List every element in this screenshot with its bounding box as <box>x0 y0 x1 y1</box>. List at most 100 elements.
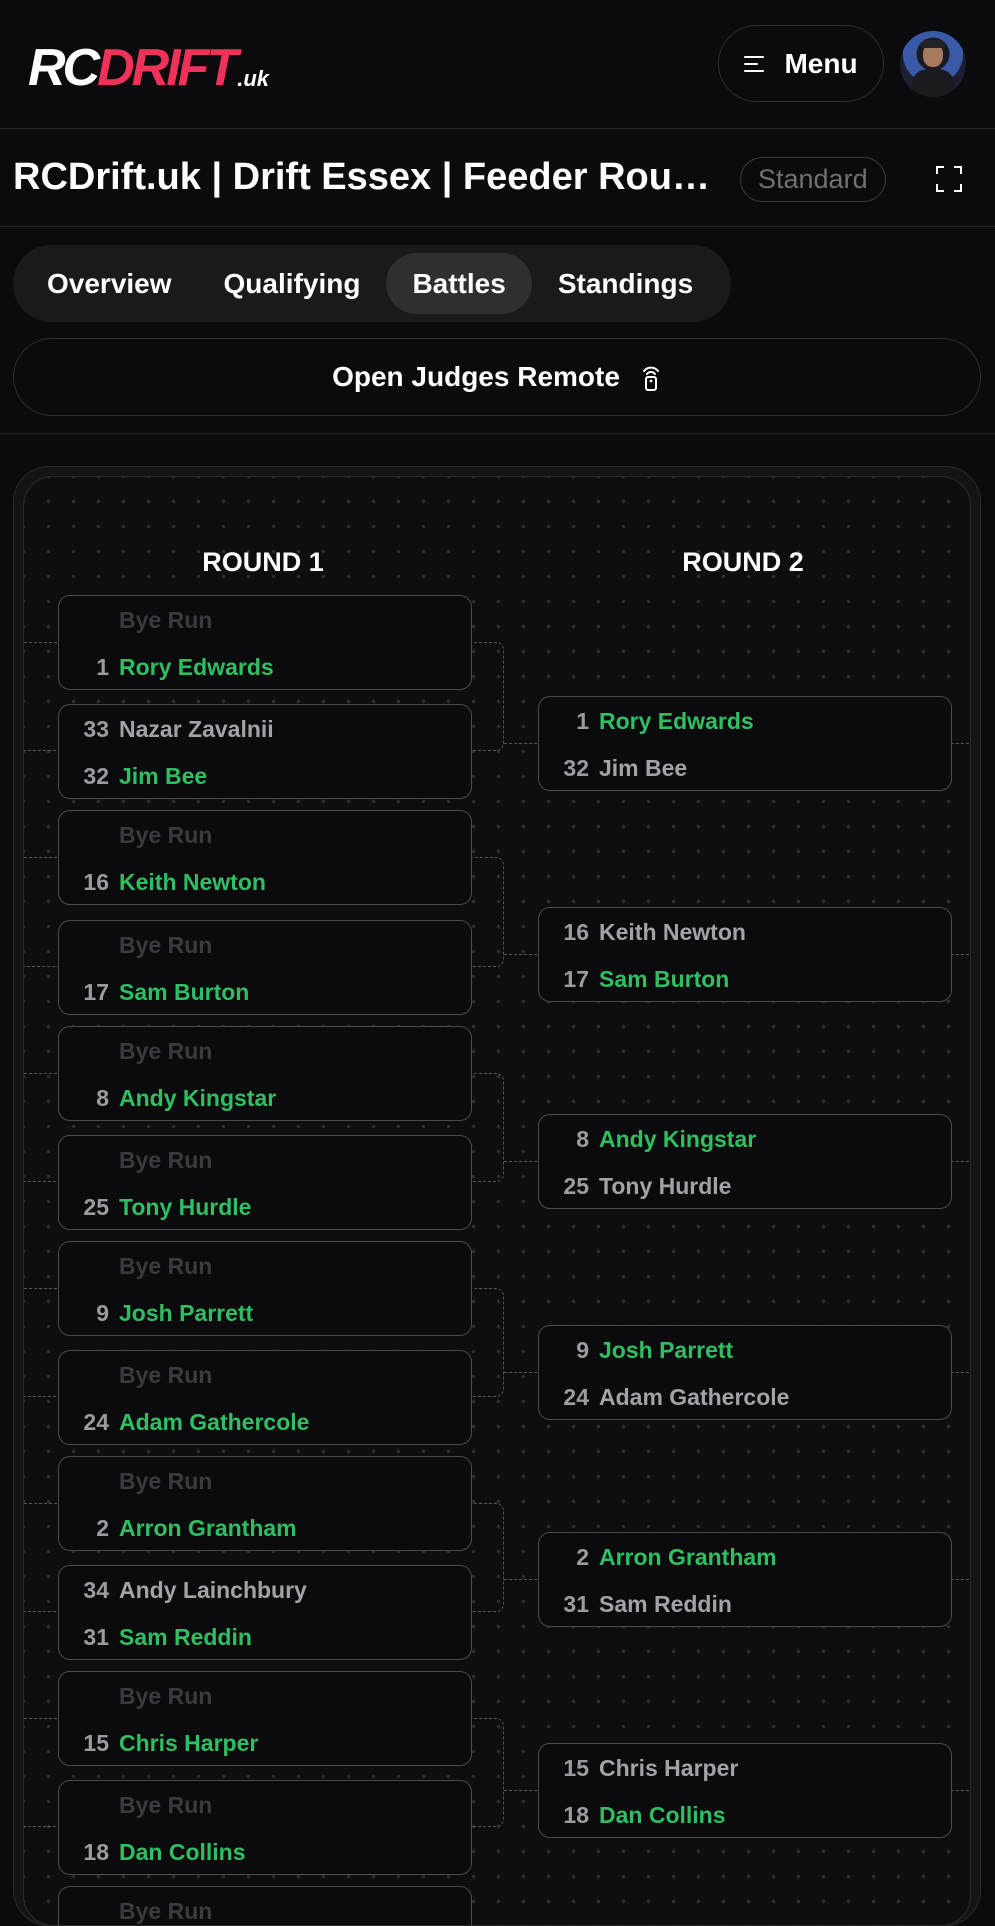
battle-driver-row[interactable]: 33 Nazar Zavalnii <box>59 705 471 753</box>
battle-driver-row[interactable]: 8 Andy Kingstar <box>59 1074 471 1122</box>
battle-driver-row[interactable]: 2 Arron Grantham <box>539 1533 951 1581</box>
battle-driver-row[interactable]: 9 Josh Parrett <box>59 1289 471 1337</box>
battle-driver-row[interactable]: 18 Dan Collins <box>59 1828 471 1876</box>
bye-run-label: Bye Run <box>119 1252 213 1279</box>
battle-driver-row[interactable]: 8 Andy Kingstar <box>539 1115 951 1163</box>
battle-bracket: ROUND 1 ROUND 2 Bye Run 1 Rory Edwards 33 Na… <box>23 476 971 1926</box>
driver-name: Sam Reddin <box>599 1590 732 1617</box>
battle-card[interactable]: 9 Josh Parrett 24 Adam Gathercole <box>538 1325 952 1420</box>
round-title: ROUND 1 <box>202 547 324 577</box>
rcdrift-logo[interactable]: RC DRIFT .uk <box>28 39 269 97</box>
driver-seed: 25 <box>83 1193 109 1220</box>
battle-driver-row[interactable]: Bye Run <box>59 811 471 859</box>
driver-seed: 32 <box>563 754 589 781</box>
battle-driver-row[interactable]: 1 Rory Edwards <box>59 643 471 691</box>
battle-card[interactable]: Bye Run 15 Chris Harper <box>58 1671 472 1766</box>
driver-seed: 8 <box>96 1084 109 1111</box>
battle-driver-row[interactable]: Bye Run <box>59 1242 471 1290</box>
bye-run-label: Bye Run <box>119 821 213 848</box>
battle-card[interactable]: 2 Arron Grantham 31 Sam Reddin <box>538 1532 952 1627</box>
battle-driver-row[interactable]: 15 Chris Harper <box>59 1719 471 1767</box>
event-type-badge: Standard <box>740 157 886 202</box>
driver-name: Keith Newton <box>119 868 266 895</box>
battle-driver-row[interactable]: 24 Adam Gathercole <box>539 1373 951 1421</box>
bye-run-label: Bye Run <box>119 1037 213 1064</box>
battle-driver-row[interactable]: Bye Run <box>59 1887 471 1925</box>
battle-card[interactable]: 8 Andy Kingstar 25 Tony Hurdle <box>538 1114 952 1209</box>
battle-card[interactable]: Bye Run 17 Sam Burton <box>58 920 472 1015</box>
bye-run-label: Bye Run <box>119 1467 213 1494</box>
driver-name: Sam Burton <box>119 978 250 1005</box>
driver-name: Josh Parrett <box>599 1336 734 1363</box>
battle-driver-row[interactable]: 25 Tony Hurdle <box>59 1183 471 1231</box>
battle-card[interactable]: 15 Chris Harper 18 Dan Collins <box>538 1743 952 1838</box>
driver-name: Jim Bee <box>599 754 688 781</box>
battle-card[interactable]: Bye Run 8 Andy Kingstar <box>58 1026 472 1121</box>
battle-driver-row[interactable]: 15 Chris Harper <box>539 1744 951 1792</box>
battle-card[interactable]: Bye Run 9 Josh Parrett <box>58 1241 472 1336</box>
logo-drift-text: DRIFT <box>97 39 238 97</box>
battle-card[interactable]: Bye Run 25 Tony Hurdle <box>58 1135 472 1230</box>
driver-name: Dan Collins <box>599 1801 726 1828</box>
driver-name: Andy Kingstar <box>119 1084 277 1111</box>
battle-card[interactable]: Bye Run <box>58 1886 472 1925</box>
tab-qualifying[interactable]: Qualifying <box>198 253 387 314</box>
battle-driver-row[interactable]: 1 Rory Edwards <box>539 697 951 745</box>
battle-card[interactable]: 16 Keith Newton 17 Sam Burton <box>538 907 952 1002</box>
tab-overview[interactable]: Overview <box>21 253 198 314</box>
driver-seed: 31 <box>83 1623 109 1650</box>
battle-card[interactable]: Bye Run 1 Rory Edwards <box>58 595 472 690</box>
battle-card[interactable]: Bye Run 24 Adam Gathercole <box>58 1350 472 1445</box>
battle-driver-row[interactable]: 31 Sam Reddin <box>539 1580 951 1628</box>
battle-card[interactable]: Bye Run 18 Dan Collins <box>58 1780 472 1875</box>
battle-driver-row[interactable]: Bye Run <box>59 1136 471 1184</box>
battle-card[interactable]: Bye Run 2 Arron Grantham <box>58 1456 472 1551</box>
menu-label: Menu <box>784 47 858 79</box>
battle-card[interactable]: Bye Run 16 Keith Newton <box>58 810 472 905</box>
battle-driver-row[interactable]: 2 Arron Grantham <box>59 1504 471 1552</box>
battle-driver-row[interactable]: 16 Keith Newton <box>539 908 951 956</box>
battle-driver-row[interactable]: 9 Josh Parrett <box>539 1326 951 1374</box>
battle-driver-row[interactable]: 16 Keith Newton <box>59 858 471 906</box>
battle-driver-row[interactable]: Bye Run <box>59 1457 471 1505</box>
logo-rc-text: RC <box>28 39 100 97</box>
battle-driver-row[interactable]: 18 Dan Collins <box>539 1791 951 1839</box>
tab-standings[interactable]: Standings <box>532 253 719 314</box>
battle-driver-row[interactable]: Bye Run <box>59 1781 471 1829</box>
fullscreen-icon[interactable] <box>936 166 962 192</box>
battle-driver-row[interactable]: 25 Tony Hurdle <box>539 1162 951 1210</box>
driver-name: Arron Grantham <box>119 1514 297 1541</box>
driver-name: Jim Bee <box>119 762 208 789</box>
battle-driver-row[interactable]: Bye Run <box>59 1351 471 1399</box>
bye-run-label: Bye Run <box>119 1361 213 1388</box>
battle-driver-row[interactable]: Bye Run <box>59 921 471 969</box>
battle-driver-row[interactable]: Bye Run <box>59 1027 471 1075</box>
tab-battles[interactable]: Battles <box>386 253 532 314</box>
battle-driver-row[interactable]: 17 Sam Burton <box>539 955 951 1003</box>
user-avatar[interactable] <box>900 31 966 97</box>
battle-driver-row[interactable]: 24 Adam Gathercole <box>59 1398 471 1446</box>
bye-run-label: Bye Run <box>119 606 213 633</box>
round-title: ROUND 2 <box>682 547 804 577</box>
battle-driver-row[interactable]: Bye Run <box>59 596 471 644</box>
battle-card[interactable]: 33 Nazar Zavalnii 32 Jim Bee <box>58 704 472 799</box>
battle-driver-row[interactable]: Bye Run <box>59 1672 471 1720</box>
battle-driver-row[interactable]: 32 Jim Bee <box>59 752 471 800</box>
battle-card[interactable]: 34 Andy Lainchbury 31 Sam Reddin <box>58 1565 472 1660</box>
driver-name: Adam Gathercole <box>599 1383 790 1410</box>
menu-button[interactable]: Menu <box>718 25 884 102</box>
driver-seed: 15 <box>563 1754 589 1781</box>
battle-driver-row[interactable]: 31 Sam Reddin <box>59 1613 471 1661</box>
driver-seed: 15 <box>83 1729 109 1756</box>
battle-card[interactable]: 1 Rory Edwards 32 Jim Bee <box>538 696 952 791</box>
event-title-bar: RCDrift.uk | Drift Essex | Feeder Round … <box>0 130 995 227</box>
driver-seed: 9 <box>96 1299 109 1326</box>
judges-remote-label: Open Judges Remote <box>332 361 620 392</box>
battle-driver-row[interactable]: 17 Sam Burton <box>59 968 471 1016</box>
battle-driver-row[interactable]: 32 Jim Bee <box>539 744 951 792</box>
open-judges-remote-button[interactable]: Open Judges Remote <box>13 338 981 416</box>
driver-seed: 18 <box>563 1801 589 1828</box>
driver-seed: 33 <box>83 715 109 742</box>
battle-driver-row[interactable]: 34 Andy Lainchbury <box>59 1566 471 1614</box>
driver-name: Andy Kingstar <box>599 1125 757 1152</box>
